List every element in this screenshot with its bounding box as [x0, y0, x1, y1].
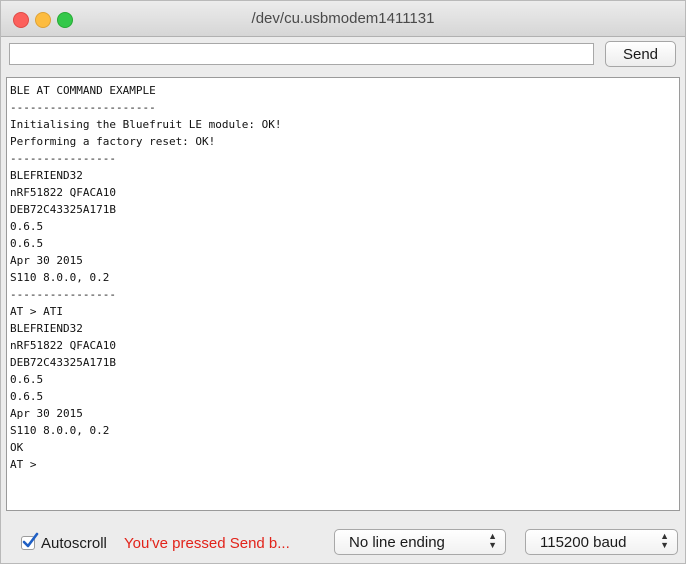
autoscroll-checkbox[interactable]: [21, 532, 39, 550]
output-line: S110 8.0.0, 0.2: [10, 271, 110, 284]
output-line: AT >: [10, 458, 37, 471]
output-line: BLEFRIEND32: [10, 169, 83, 182]
baud-rate-select[interactable]: 115200 baud ▲ ▼: [525, 529, 678, 555]
output-line: Performing a factory reset: OK!: [10, 135, 216, 148]
output-lines: BLE AT COMMAND EXAMPLE ------------------…: [7, 78, 679, 473]
window-title: /dev/cu.usbmodem1411131: [251, 10, 435, 27]
output-line: ----------------------: [10, 101, 156, 114]
serial-monitor-window: /dev/cu.usbmodem1411131 Send BLE AT COMM…: [0, 0, 686, 564]
output-line: ----------------: [10, 288, 116, 301]
output-line: ----------------: [10, 152, 116, 165]
serial-command-input[interactable]: [9, 43, 594, 65]
output-line: OK: [10, 441, 24, 454]
line-ending-value: No line ending: [349, 534, 445, 551]
output-line: 0.6.5: [10, 373, 44, 386]
autoscroll-label[interactable]: Autoscroll: [41, 535, 107, 552]
output-line: nRF51822 QFACA10: [10, 339, 116, 352]
checkmark-icon: [22, 532, 39, 548]
output-line: BLE AT COMMAND EXAMPLE: [10, 84, 156, 97]
output-line: 0.6.5: [10, 220, 44, 233]
updown-arrows-icon: ▲ ▼: [660, 531, 669, 550]
output-line: 0.6.5: [10, 237, 44, 250]
output-line: Apr 30 2015: [10, 254, 83, 267]
output-line: nRF51822 QFACA10: [10, 186, 116, 199]
output-line: AT > ATI: [10, 305, 63, 318]
title-bar[interactable]: /dev/cu.usbmodem1411131: [1, 1, 685, 37]
output-line: DEB72C43325A171B: [10, 203, 116, 216]
command-input-row: Send: [1, 37, 685, 77]
output-line: 0.6.5: [10, 390, 44, 403]
send-button[interactable]: Send: [605, 41, 676, 67]
output-line: Apr 30 2015: [10, 407, 83, 420]
output-line: DEB72C43325A171B: [10, 356, 116, 369]
serial-output-area[interactable]: BLE AT COMMAND EXAMPLE ------------------…: [6, 77, 680, 511]
updown-arrows-icon: ▲ ▼: [488, 531, 497, 550]
line-ending-select[interactable]: No line ending ▲ ▼: [334, 529, 506, 555]
baud-rate-value: 115200 baud: [540, 534, 627, 551]
bottom-bar: Autoscroll You've pressed Send b... No l…: [1, 519, 685, 563]
output-line: Initialising the Bluefruit LE module: OK…: [10, 118, 282, 131]
output-line: S110 8.0.0, 0.2: [10, 424, 110, 437]
status-message: You've pressed Send b...: [124, 535, 290, 552]
output-line: BLEFRIEND32: [10, 322, 83, 335]
